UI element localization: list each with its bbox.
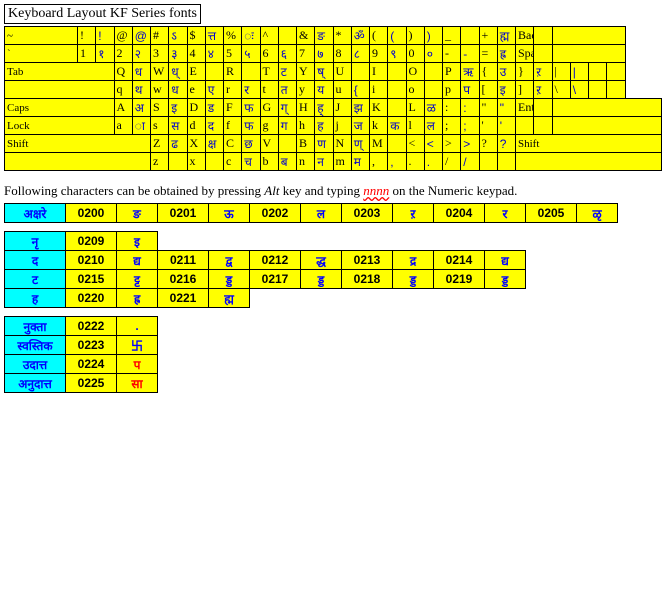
alt-note: Following characters can be obtained by … bbox=[4, 183, 664, 199]
alt-table-1: अक्षरे0200ङ0201ऊ0202ल0203ऱ0204र0205ळृ bbox=[4, 203, 618, 223]
keyboard-layout: ~!!@@#ऽ$त्त%ः^&ङ*ॐ(())_+ह्मBack`1१2२3३4४… bbox=[4, 26, 662, 171]
page-title: Keyboard Layout KF Series fonts bbox=[4, 4, 201, 24]
alt-table-2: नृ0209इद0210द्य0211द्व0212द्ध0213द्र0214… bbox=[4, 231, 526, 308]
alt-table-3: नुक्ता0222.स्वस्तिक0223卐उदात्त0224पअनुदा… bbox=[4, 316, 158, 393]
